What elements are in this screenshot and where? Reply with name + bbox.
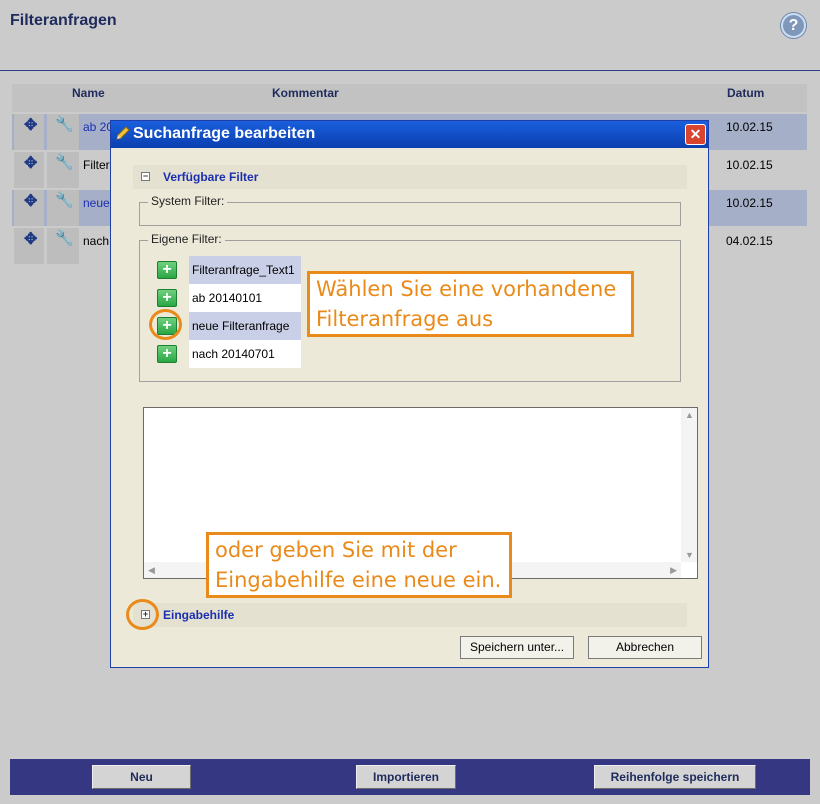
available-filters-header[interactable]: − Verfügbare Filter xyxy=(133,165,687,189)
filter-name[interactable]: Filteranfrage_Text1 xyxy=(189,256,301,284)
row-name[interactable]: Filter xyxy=(83,158,110,172)
close-icon[interactable]: ✕ xyxy=(685,124,706,145)
footer-bar: Neu Importieren Reihenfolge speichern xyxy=(10,759,810,795)
page-title: Filteranfragen xyxy=(10,12,117,29)
row-name[interactable]: neue xyxy=(83,196,110,210)
own-filter-label: Eigene Filter: xyxy=(148,232,225,246)
pencil-icon xyxy=(116,126,130,140)
system-filter-group: System Filter: xyxy=(139,194,681,226)
save-as-button[interactable]: Speichern unter... xyxy=(460,636,574,659)
row-date: 10.02.15 xyxy=(726,196,773,210)
new-button[interactable]: Neu xyxy=(92,765,191,789)
available-filters-label: Verfügbare Filter xyxy=(163,170,259,184)
wrench-icon[interactable]: 🔧 xyxy=(55,231,74,247)
input-help-header[interactable]: + Eingabehilfe xyxy=(133,603,687,627)
scroll-right-icon[interactable]: ▶ xyxy=(670,565,677,576)
add-icon[interactable]: + xyxy=(157,261,177,279)
move-icon[interactable]: ✥ xyxy=(24,156,40,172)
row-date: 10.02.15 xyxy=(726,120,773,134)
wrench-icon[interactable]: 🔧 xyxy=(55,193,74,209)
scroll-down-icon[interactable]: ▼ xyxy=(685,550,694,560)
dialog-title: Suchanfrage bearbeiten xyxy=(133,125,316,142)
move-icon[interactable]: ✥ xyxy=(24,118,40,134)
filter-table: Name Kommentar Datum ✥ 🔧 ab 2014010 10.0… xyxy=(12,84,807,264)
filter-name[interactable]: ab 20140101 xyxy=(189,284,301,312)
vertical-scrollbar[interactable]: ▲ ▼ xyxy=(681,408,697,562)
filter-item[interactable]: + Filteranfrage_Text1 xyxy=(151,256,301,284)
cancel-button[interactable]: Abbrechen xyxy=(588,636,702,659)
scroll-up-icon[interactable]: ▲ xyxy=(685,410,694,420)
row-date: 10.02.15 xyxy=(726,158,773,172)
column-header-date[interactable]: Datum xyxy=(727,86,764,100)
dialog-titlebar[interactable]: Suchanfrage bearbeiten ✕ xyxy=(111,121,708,148)
wrench-icon[interactable]: 🔧 xyxy=(55,155,74,171)
column-header-comment[interactable]: Kommentar xyxy=(272,86,339,100)
header-divider xyxy=(0,70,820,71)
import-button[interactable]: Importieren xyxy=(356,765,456,789)
add-icon[interactable]: + xyxy=(157,289,177,307)
move-icon[interactable]: ✥ xyxy=(24,194,40,210)
move-icon[interactable]: ✥ xyxy=(24,232,40,248)
scroll-left-icon[interactable]: ◀ xyxy=(148,565,155,576)
callout-select-existing: Wählen Sie eine vorhandene Filteranfrage… xyxy=(307,271,634,337)
filter-name[interactable]: nach 20140701 xyxy=(189,340,301,368)
input-help-label: Eingabehilfe xyxy=(163,608,235,622)
highlight-ring xyxy=(149,309,182,340)
table-header: Name Kommentar Datum xyxy=(12,84,807,112)
help-icon[interactable]: ? xyxy=(781,13,806,38)
filter-name[interactable]: neue Filteranfrage xyxy=(189,312,301,340)
add-icon[interactable]: + xyxy=(157,345,177,363)
highlight-ring xyxy=(126,599,159,630)
filter-item[interactable]: + nach 20140701 xyxy=(151,340,301,368)
column-header-name[interactable]: Name xyxy=(72,86,105,100)
row-date: 04.02.15 xyxy=(726,234,773,248)
row-name[interactable]: nach xyxy=(83,234,109,248)
system-filter-label: System Filter: xyxy=(148,194,228,208)
collapse-icon[interactable]: − xyxy=(141,172,150,181)
wrench-icon[interactable]: 🔧 xyxy=(55,117,74,133)
filter-item[interactable]: + ab 20140101 xyxy=(151,284,301,312)
save-order-button[interactable]: Reihenfolge speichern xyxy=(594,765,756,789)
callout-enter-new: oder geben Sie mit der Eingabehilfe eine… xyxy=(206,532,512,598)
